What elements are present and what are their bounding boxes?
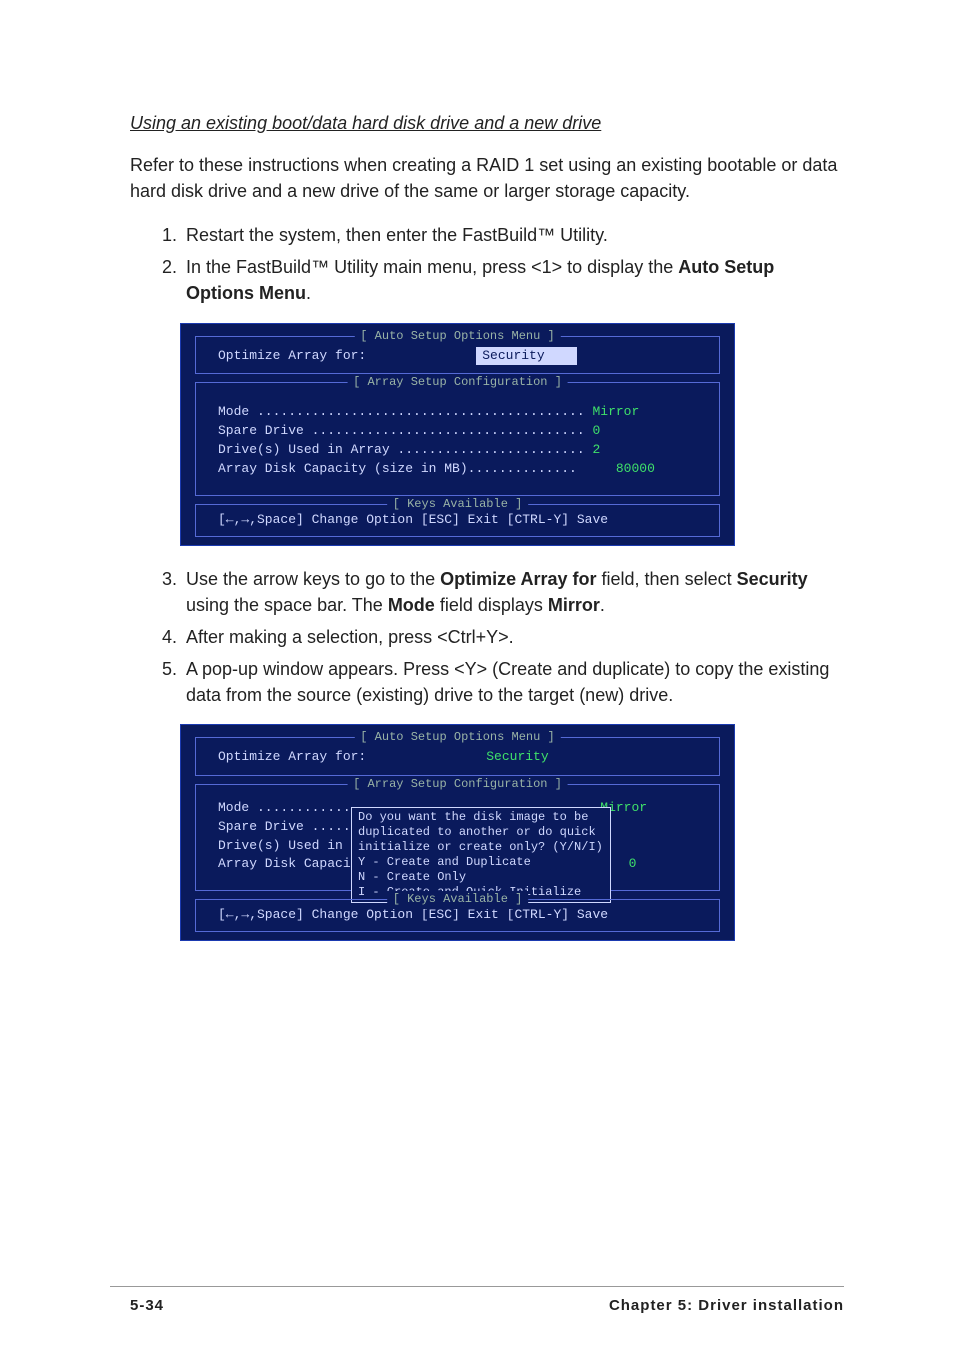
step-3-i: . bbox=[600, 595, 605, 615]
drives-row-1: Drive(s) Used in Array .................… bbox=[218, 441, 701, 460]
spare-label-1: Spare Drive ............................… bbox=[218, 422, 592, 441]
optimize-value-2: Security bbox=[486, 748, 548, 767]
step-3-a: Use the arrow keys to go to the bbox=[186, 569, 440, 589]
keys-legend-2: [ Keys Available ] bbox=[387, 891, 529, 908]
optimize-label-1: Optimize Array for: bbox=[218, 347, 366, 366]
chapter-title: Chapter 5: Driver installation bbox=[609, 1295, 844, 1317]
step-4: After making a selection, press <Ctrl+Y>… bbox=[182, 624, 844, 650]
cap-row-1: Array Disk Capacity (size in MB)........… bbox=[218, 460, 701, 479]
mode-value-1: Mirror bbox=[592, 403, 639, 422]
mode-row-1: Mode ...................................… bbox=[218, 403, 701, 422]
confirm-popup[interactable]: Do you want the disk image to be duplica… bbox=[351, 807, 611, 903]
array-config-legend-1: [ Array Setup Configuration ] bbox=[347, 374, 568, 391]
step-2-text-a: In the FastBuild™ Utility main menu, pre… bbox=[186, 257, 678, 277]
auto-setup-legend-1: [ Auto Setup Options Menu ] bbox=[354, 328, 560, 345]
optimize-row-1: Optimize Array for: Security bbox=[218, 347, 701, 366]
drives-label-2: Drive(s) Used in bbox=[218, 837, 351, 856]
bios-screen-2: [ Auto Setup Options Menu ] Optimize Arr… bbox=[180, 724, 735, 941]
keys-legend-1: [ Keys Available ] bbox=[387, 496, 529, 513]
spare-value-1: 0 bbox=[592, 422, 600, 441]
keys-box-2: [ Keys Available ] [←,→,Space] Change Op… bbox=[195, 899, 720, 932]
cap-label-2: Array Disk Capaci bbox=[218, 855, 351, 874]
optimize-value-selected[interactable]: Security bbox=[476, 347, 576, 366]
step-1: Restart the system, then enter the FastB… bbox=[182, 222, 844, 248]
step-3-d: Security bbox=[737, 569, 808, 589]
auto-setup-box-1: [ Auto Setup Options Menu ] Optimize Arr… bbox=[195, 336, 720, 375]
step-3: Use the arrow keys to go to the Optimize… bbox=[182, 566, 844, 618]
optimize-label-2: Optimize Array for: bbox=[218, 748, 366, 767]
drives-value-1: 2 bbox=[592, 441, 600, 460]
array-config-legend-2: [ Array Setup Configuration ] bbox=[347, 776, 568, 793]
step-3-c: field, then select bbox=[597, 569, 737, 589]
step-3-f: Mode bbox=[388, 595, 435, 615]
auto-setup-box-2: [ Auto Setup Options Menu ] Optimize Arr… bbox=[195, 737, 720, 776]
page-footer: 5-34 Chapter 5: Driver installation bbox=[130, 1295, 844, 1317]
intro-paragraph: Refer to these instructions when creatin… bbox=[130, 152, 844, 204]
cap-value-1: 80000 bbox=[616, 460, 655, 479]
step-2-text-c: . bbox=[306, 283, 311, 303]
step-3-b: Optimize Array for bbox=[440, 569, 596, 589]
confirm-popup-text: Do you want the disk image to be duplica… bbox=[358, 810, 604, 900]
array-config-box-1: [ Array Setup Configuration ] Mode .....… bbox=[195, 382, 720, 495]
footer-rule bbox=[110, 1286, 844, 1287]
drives-label-1: Drive(s) Used in Array .................… bbox=[218, 441, 592, 460]
auto-setup-legend-2: [ Auto Setup Options Menu ] bbox=[354, 729, 560, 746]
step-3-e: using the space bar. The bbox=[186, 595, 388, 615]
step-3-g: field displays bbox=[435, 595, 548, 615]
keys-box-1: [ Keys Available ] [←,→,Space] Change Op… bbox=[195, 504, 720, 537]
step-2: In the FastBuild™ Utility main menu, pre… bbox=[182, 254, 844, 306]
trail-value-2: 0 bbox=[629, 855, 637, 874]
step-3-h: Mirror bbox=[548, 595, 600, 615]
spare-row-1: Spare Drive ............................… bbox=[218, 422, 701, 441]
steps-list-top: Restart the system, then enter the FastB… bbox=[130, 222, 844, 306]
cap-label-1: Array Disk Capacity (size in MB)........… bbox=[218, 460, 616, 479]
optimize-row-2: Optimize Array for: Security bbox=[218, 748, 701, 767]
mode-label-1: Mode ...................................… bbox=[218, 403, 592, 422]
array-config-box-2: [ Array Setup Configuration ] Mode .....… bbox=[195, 784, 720, 891]
bios-screen-1: [ Auto Setup Options Menu ] Optimize Arr… bbox=[180, 323, 735, 546]
spare-label-2: Spare Drive ..... bbox=[218, 818, 351, 837]
step-5: A pop-up window appears. Press <Y> (Crea… bbox=[182, 656, 844, 708]
page-number: 5-34 bbox=[130, 1295, 164, 1317]
steps-list-mid: Use the arrow keys to go to the Optimize… bbox=[130, 566, 844, 708]
section-heading: Using an existing boot/data hard disk dr… bbox=[130, 110, 844, 136]
